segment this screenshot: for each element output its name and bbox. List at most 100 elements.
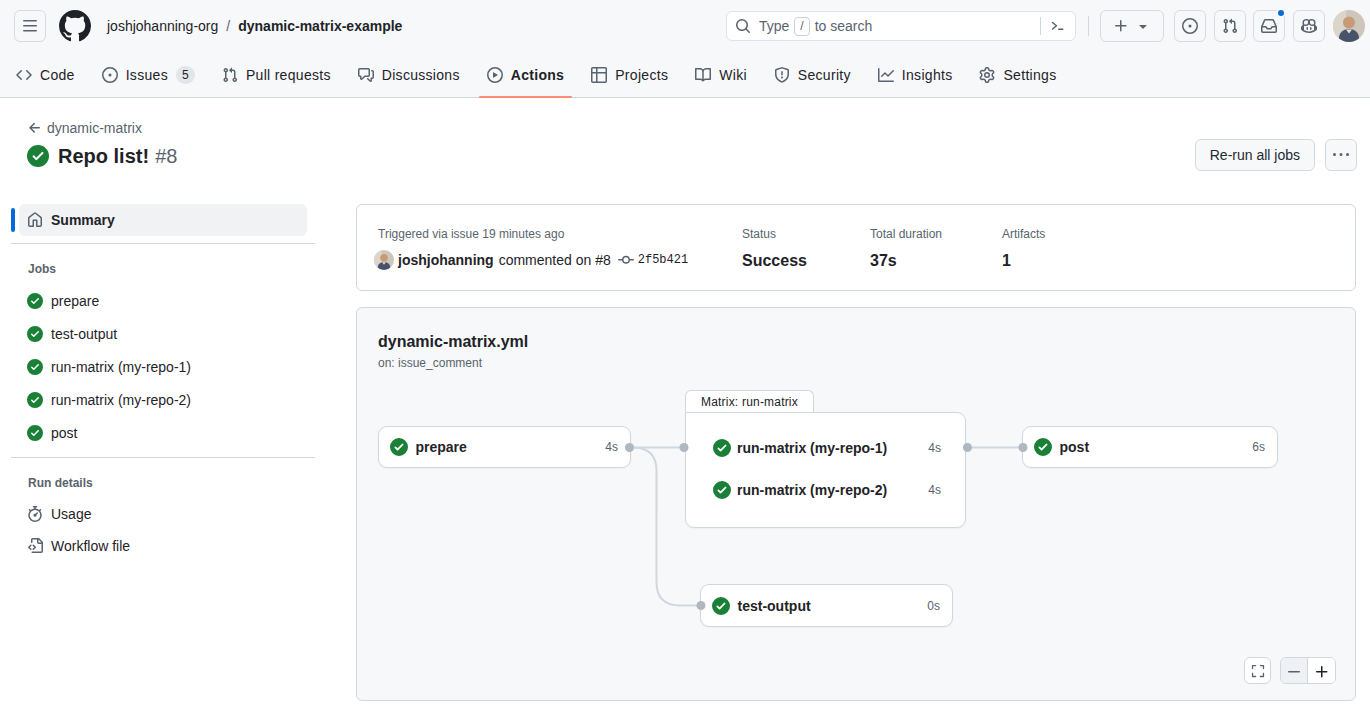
issues-counter: 5 bbox=[176, 66, 195, 84]
git-commit-icon bbox=[618, 252, 634, 268]
graph-icon bbox=[878, 67, 894, 83]
tab-label: Issues bbox=[126, 67, 168, 83]
hamburger-menu-button[interactable] bbox=[14, 10, 46, 42]
stat-label: Artifacts bbox=[1002, 226, 1045, 242]
node-duration: 4s bbox=[605, 440, 618, 454]
nav-tab-issues[interactable]: Issues 5 bbox=[94, 52, 203, 98]
nav-tab-pull-requests[interactable]: Pull requests bbox=[214, 52, 339, 98]
nav-tab-wiki[interactable]: Wiki bbox=[687, 52, 755, 98]
search-input[interactable]: Type/to search bbox=[726, 11, 1076, 41]
graph-node-test-output[interactable]: test-output 0s bbox=[700, 584, 953, 627]
breadcrumb-org[interactable]: joshjohanning-org bbox=[107, 18, 218, 34]
sidebar-item-summary[interactable]: Summary bbox=[19, 204, 307, 236]
kebab-horizontal-icon bbox=[1333, 147, 1349, 163]
breadcrumb-repo[interactable]: dynamic-matrix-example bbox=[238, 18, 402, 34]
run-options-button[interactable] bbox=[1325, 139, 1357, 171]
tab-label: Wiki bbox=[719, 67, 747, 83]
plus-small-icon bbox=[1314, 664, 1330, 680]
sidebar-job-prepare[interactable]: prepare bbox=[19, 284, 307, 317]
tab-label: Actions bbox=[511, 67, 564, 83]
sidebar-job-test-output[interactable]: test-output bbox=[19, 317, 307, 350]
check-circle-icon bbox=[713, 481, 731, 499]
copilot-button[interactable] bbox=[1293, 10, 1325, 42]
create-new-button[interactable] bbox=[1100, 10, 1164, 42]
sidebar-job-run-matrix-my-repo-2[interactable]: run-matrix (my-repo-2) bbox=[19, 383, 307, 416]
graph-node-run-matrix-2[interactable]: run-matrix (my-repo-2) 4s bbox=[686, 469, 965, 511]
node-label: run-matrix (my-repo-1) bbox=[737, 440, 887, 456]
check-circle-icon bbox=[27, 293, 43, 309]
fullscreen-button[interactable] bbox=[1244, 657, 1271, 684]
node-label: test-output bbox=[738, 598, 811, 614]
zoom-out-button[interactable] bbox=[1281, 658, 1308, 684]
graph-node-run-matrix-1[interactable]: run-matrix (my-repo-1) 4s bbox=[686, 427, 965, 469]
tab-label: Insights bbox=[902, 67, 953, 83]
actor-line: joshjohanning commented on #8 2f5b421 bbox=[374, 249, 688, 270]
sidebar-item-usage[interactable]: Usage bbox=[19, 498, 307, 530]
nav-tab-insights[interactable]: Insights bbox=[870, 52, 961, 98]
sidebar-job-run-matrix-my-repo-1[interactable]: run-matrix (my-repo-1) bbox=[19, 350, 307, 383]
sidebar-item-workflow-file[interactable]: Workflow file bbox=[19, 530, 307, 562]
rerun-all-jobs-button[interactable]: Re-run all jobs bbox=[1195, 139, 1315, 171]
back-to-workflow-link[interactable]: dynamic-matrix bbox=[27, 119, 142, 136]
nav-tab-settings[interactable]: Settings bbox=[971, 52, 1064, 98]
actor-avatar[interactable] bbox=[374, 250, 394, 270]
job-label: run-matrix (my-repo-2) bbox=[51, 392, 191, 408]
run-title: Repo list! bbox=[58, 145, 149, 168]
actor-name[interactable]: joshjohanning bbox=[398, 252, 494, 268]
git-pull-request-icon bbox=[222, 67, 238, 83]
matrix-label: Matrix: run-matrix bbox=[701, 395, 798, 409]
matrix-group-tab: Matrix: run-matrix bbox=[685, 390, 814, 413]
app-header: joshjohanning-org / dynamic-matrix-examp… bbox=[0, 0, 1370, 98]
file-code-icon bbox=[27, 538, 43, 554]
tab-label: Discussions bbox=[382, 67, 460, 83]
stat-value: 1 bbox=[1002, 251, 1045, 271]
matrix-group-box: run-matrix (my-repo-1) 4s run-matrix (my… bbox=[685, 412, 966, 528]
zoom-in-button[interactable] bbox=[1308, 658, 1335, 684]
play-icon bbox=[487, 67, 503, 83]
check-circle-icon bbox=[713, 439, 731, 457]
graph-node-prepare[interactable]: prepare 4s bbox=[378, 426, 631, 468]
search-right bbox=[1040, 17, 1075, 35]
nav-tab-security[interactable]: Security bbox=[766, 52, 859, 98]
stat-value: 37s bbox=[870, 251, 942, 271]
node-duration: 4s bbox=[928, 483, 941, 497]
sidebar-divider bbox=[11, 243, 315, 244]
usage-label: Usage bbox=[51, 506, 91, 522]
node-duration: 6s bbox=[1252, 440, 1265, 454]
book-icon bbox=[695, 67, 711, 83]
run-details-section-header: Run details bbox=[11, 465, 315, 498]
nav-tab-discussions[interactable]: Discussions bbox=[350, 52, 468, 98]
stat-label: Status bbox=[742, 226, 807, 242]
table-icon bbox=[591, 67, 607, 83]
nav-tab-actions[interactable]: Actions bbox=[479, 52, 572, 98]
check-circle-icon bbox=[27, 326, 43, 342]
user-avatar[interactable] bbox=[1333, 10, 1365, 42]
stopwatch-icon bbox=[27, 506, 43, 522]
copilot-icon bbox=[1301, 18, 1317, 34]
commit-ref[interactable]: 2f5b421 bbox=[618, 252, 688, 268]
git-pull-request-icon bbox=[1222, 18, 1238, 34]
graph-node-post[interactable]: post 6s bbox=[1022, 426, 1278, 468]
slash-key-hint: / bbox=[794, 17, 809, 36]
nav-tab-code[interactable]: Code bbox=[8, 52, 83, 98]
check-circle-icon bbox=[1034, 438, 1052, 456]
node-label: post bbox=[1060, 439, 1090, 455]
nav-tab-projects[interactable]: Projects bbox=[583, 52, 676, 98]
search-divider bbox=[1040, 17, 1041, 35]
event-text: commented on #8 bbox=[499, 252, 611, 268]
stat-value: Success bbox=[742, 251, 807, 271]
global-issues-button[interactable] bbox=[1174, 10, 1206, 42]
copilot-chat-icon[interactable] bbox=[1050, 18, 1066, 34]
shield-icon bbox=[774, 67, 790, 83]
workflow-trigger: on: issue_comment bbox=[378, 355, 482, 371]
run-actions: Re-run all jobs bbox=[1195, 139, 1357, 171]
three-bars-icon bbox=[22, 18, 38, 34]
github-logo[interactable] bbox=[59, 10, 91, 42]
global-pull-requests-button[interactable] bbox=[1214, 10, 1246, 42]
code-icon bbox=[16, 67, 32, 83]
tab-label: Pull requests bbox=[246, 67, 331, 83]
sidebar-job-post[interactable]: post bbox=[19, 416, 307, 449]
job-label: prepare bbox=[51, 293, 99, 309]
plus-icon bbox=[1113, 18, 1129, 34]
main-content: Triggered via issue 19 minutes ago joshj… bbox=[356, 204, 1356, 701]
